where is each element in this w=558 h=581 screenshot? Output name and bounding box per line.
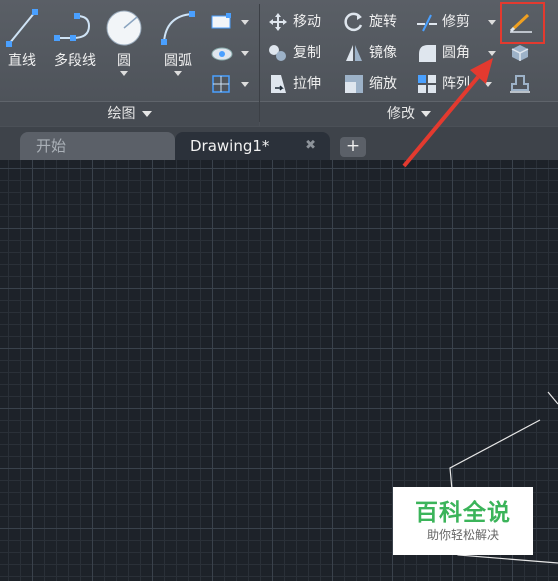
- rectangle-dropdown-icon[interactable]: [241, 20, 249, 25]
- stretch-label: 拉伸: [293, 76, 321, 92]
- array-button[interactable]: 阵列: [416, 72, 470, 96]
- stretch-icon: [271, 75, 286, 93]
- polyline-label: 多段线: [54, 53, 96, 69]
- array-icon: [418, 75, 436, 93]
- file-tab-bar: 开始 Drawing1* ✖ +: [0, 127, 558, 160]
- line-icon: [6, 9, 38, 47]
- stretch-button[interactable]: 拉伸: [267, 72, 321, 96]
- trim-icon: [417, 14, 437, 32]
- modify-panel-expand-icon: [421, 111, 431, 117]
- move-label: 移动: [293, 14, 321, 30]
- scale-label: 缩放: [369, 76, 397, 92]
- rectangle-button[interactable]: [210, 10, 250, 34]
- circle-button[interactable]: 圆: [104, 8, 144, 76]
- boundary-button[interactable]: [210, 72, 250, 96]
- fillet-dropdown-icon[interactable]: [488, 51, 496, 56]
- close-tab-icon[interactable]: ✖: [305, 132, 316, 160]
- ribbon: 直线 多段线 圆 圆弧 移动 旋转 修剪 复制 镜像 圆角 拉伸 缩放 阵列 绘…: [0, 0, 558, 128]
- tab-start-label: 开始: [36, 137, 67, 155]
- array-dropdown-icon[interactable]: [484, 82, 492, 87]
- explode-icon: [511, 45, 529, 61]
- scale-button[interactable]: 缩放: [343, 72, 397, 96]
- watermark-subtitle: 助你轻松解决: [426, 528, 499, 542]
- tab-start[interactable]: 开始: [20, 132, 175, 160]
- watermark-badge: 百科全说 助你轻松解决: [393, 487, 533, 555]
- rectangle-icon: [211, 13, 231, 29]
- mirror-icon: [346, 45, 362, 61]
- arc-icon: [161, 11, 195, 45]
- circle-dropdown-icon[interactable]: [120, 71, 128, 76]
- watermark-title: 百科全说: [415, 500, 511, 526]
- fillet-button[interactable]: 圆角: [416, 41, 470, 65]
- fillet-label: 圆角: [442, 45, 470, 61]
- polyline-icon: [54, 13, 91, 41]
- arc-dropdown-icon[interactable]: [174, 71, 182, 76]
- draw-panel-expand-icon: [141, 111, 152, 117]
- offset-button[interactable]: [508, 72, 534, 96]
- rotate-button[interactable]: 旋转: [343, 10, 397, 34]
- move-button[interactable]: 移动: [267, 10, 321, 34]
- tab-drawing1[interactable]: Drawing1* ✖: [175, 132, 330, 160]
- fillet-icon: [419, 45, 436, 62]
- scale-icon: [345, 75, 363, 93]
- line-button[interactable]: 直线: [4, 8, 40, 69]
- move-icon: [269, 13, 287, 31]
- line-label: 直线: [8, 53, 36, 69]
- copy-icon: [269, 45, 286, 61]
- explode-button[interactable]: [508, 41, 534, 65]
- rotate-icon: [344, 12, 363, 32]
- tab-drawing1-label: Drawing1*: [190, 137, 270, 155]
- trim-dropdown-icon[interactable]: [488, 20, 496, 25]
- new-tab-button[interactable]: +: [340, 137, 366, 157]
- offset-icon: [510, 75, 530, 93]
- hatch-icon: [211, 47, 233, 61]
- draw-panel-label: 绘图: [107, 106, 136, 122]
- hatch-dropdown-icon[interactable]: [241, 51, 249, 56]
- draw-panel-title[interactable]: 绘图: [0, 101, 259, 126]
- mirror-button[interactable]: 镜像: [343, 41, 397, 65]
- highlight-box: [500, 2, 545, 44]
- trim-button[interactable]: 修剪: [416, 10, 470, 34]
- polyline-button[interactable]: 多段线: [50, 8, 100, 69]
- arc-button[interactable]: 圆弧: [158, 8, 198, 76]
- hatch-button[interactable]: [210, 41, 250, 65]
- boundary-dropdown-icon[interactable]: [241, 82, 249, 87]
- rotate-label: 旋转: [369, 14, 397, 30]
- array-label: 阵列: [442, 76, 470, 92]
- trim-label: 修剪: [442, 14, 470, 30]
- circle-icon: [106, 10, 142, 46]
- copy-label: 复制: [293, 45, 321, 61]
- mirror-label: 镜像: [369, 45, 397, 61]
- copy-button[interactable]: 复制: [267, 41, 321, 65]
- modify-panel-label: 修改: [387, 106, 415, 122]
- boundary-icon: [212, 75, 230, 93]
- modify-panel-title[interactable]: 修改: [260, 101, 558, 126]
- arc-label: 圆弧: [164, 53, 192, 69]
- circle-label: 圆: [117, 53, 131, 69]
